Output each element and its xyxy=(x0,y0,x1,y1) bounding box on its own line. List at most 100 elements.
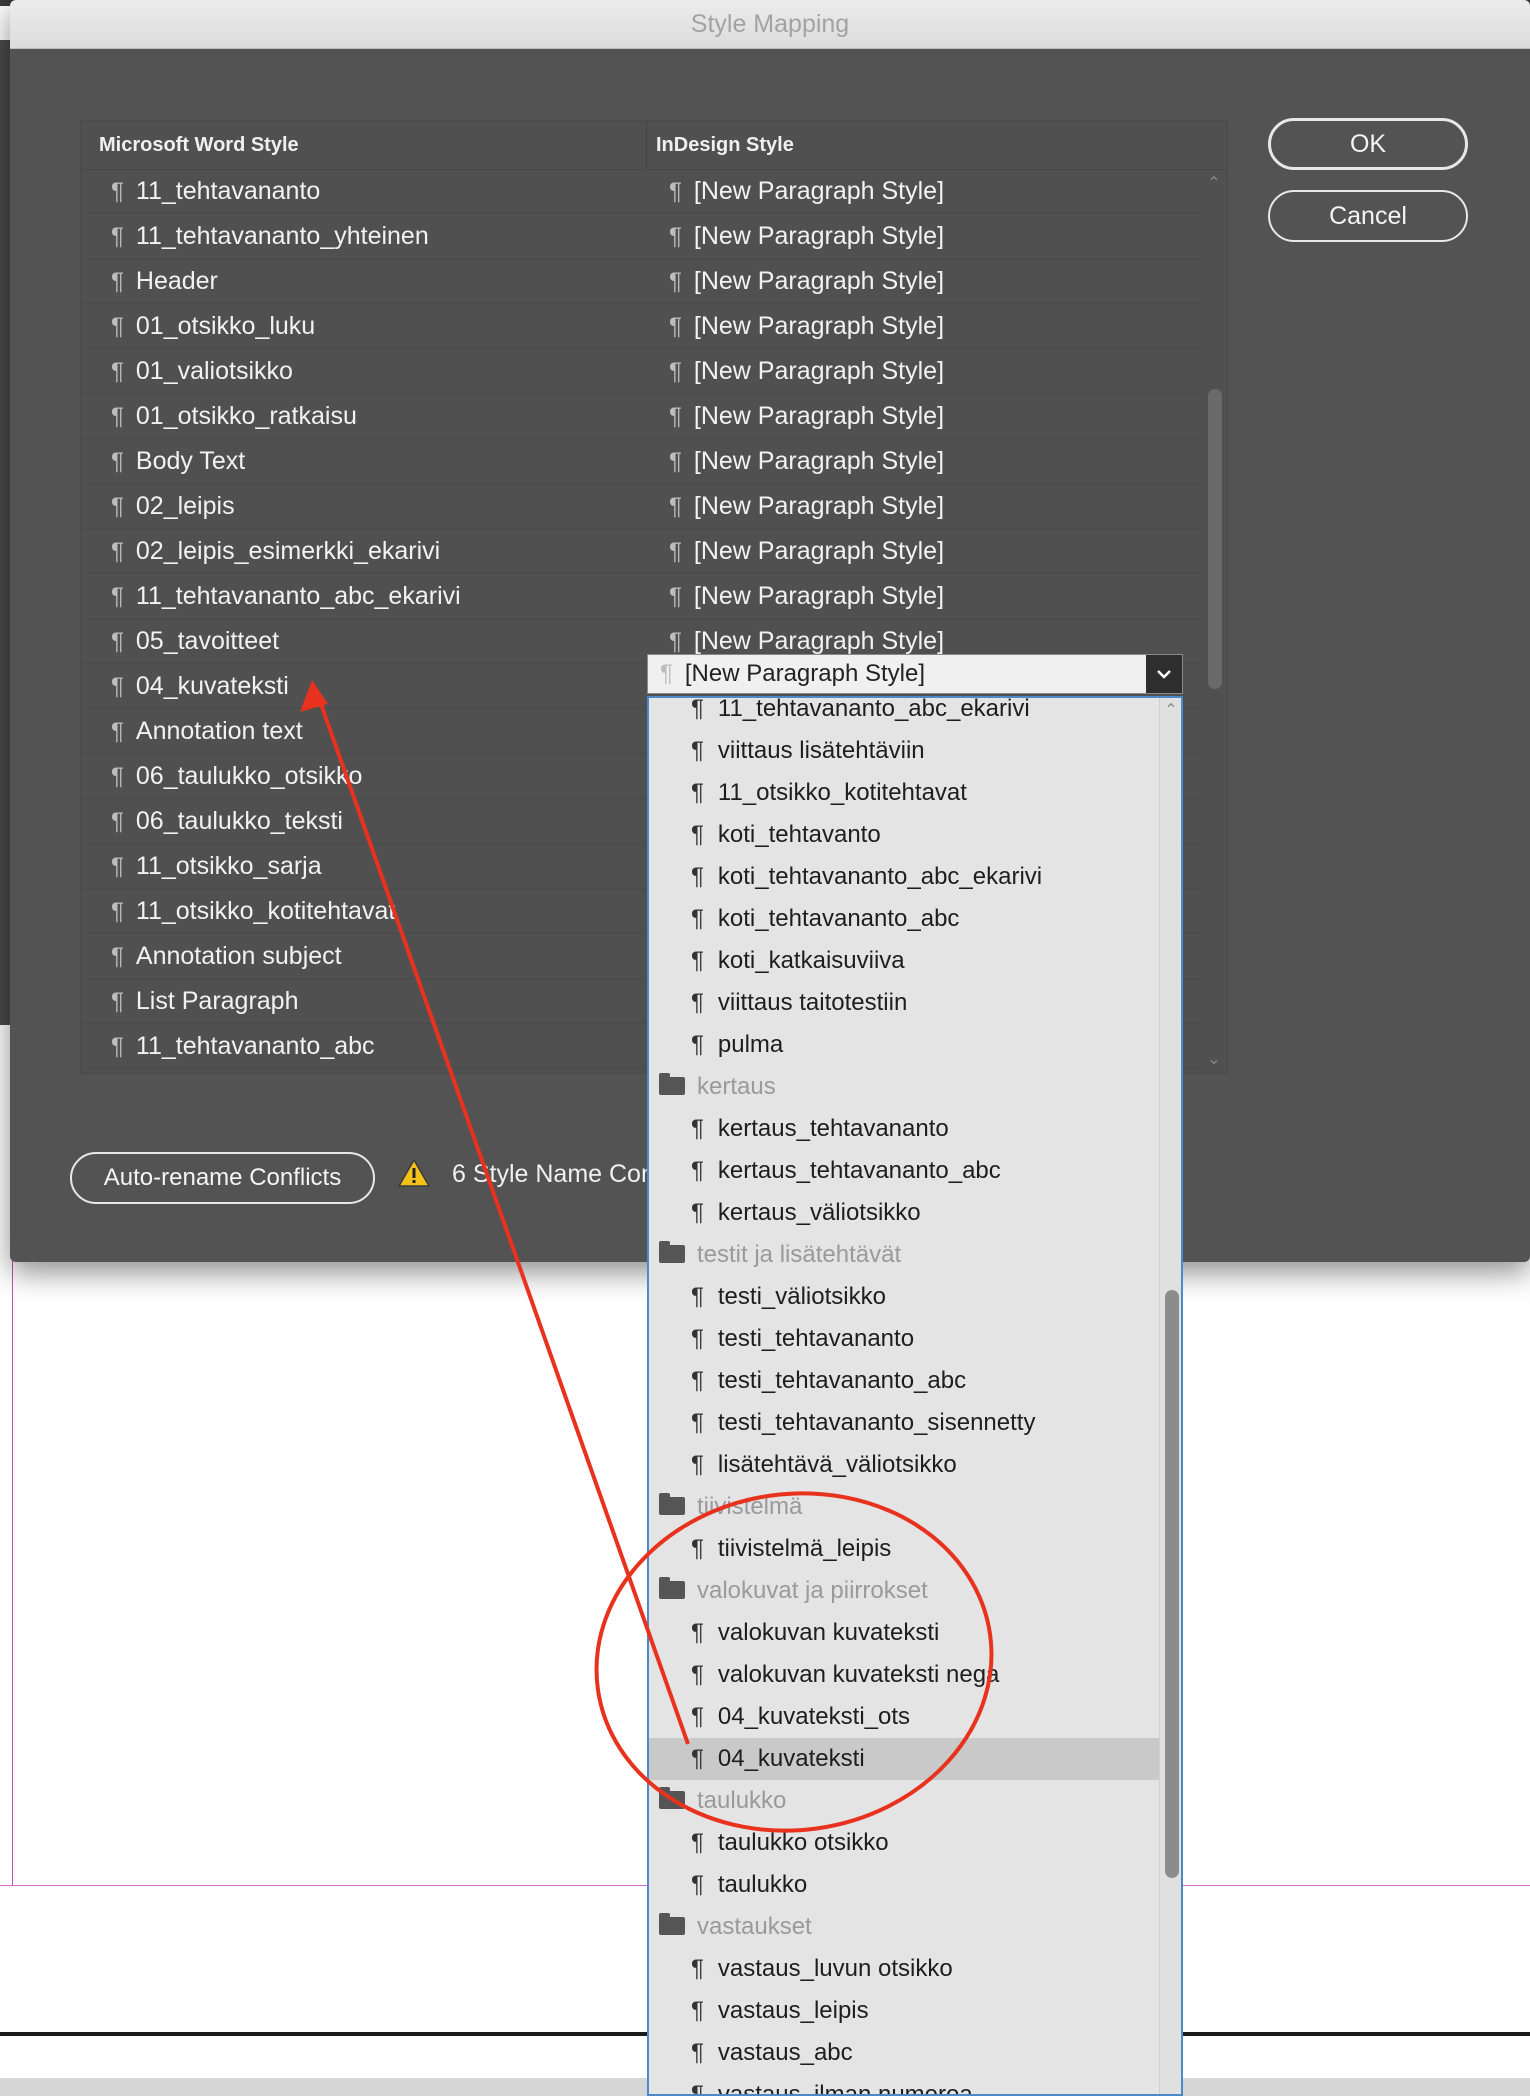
paragraph-style-icon: ¶ xyxy=(111,268,124,295)
word-style-cell: ¶ Body Text xyxy=(111,439,245,483)
conflicts-status: 6 Style Name Conflicts xyxy=(452,1160,657,1188)
indesign-style-cell[interactable]: ¶ [New Paragraph Style] xyxy=(669,349,944,393)
word-style-name: Body Text xyxy=(135,447,246,475)
dropdown-option[interactable]: ¶ koti_tehtavanto xyxy=(649,814,1159,856)
cancel-button[interactable]: Cancel xyxy=(1268,190,1468,242)
paragraph-style-icon: ¶ xyxy=(111,763,124,790)
paragraph-style-icon: ¶ xyxy=(691,1157,704,1184)
dropdown-option[interactable]: ¶ 11_tehtavananto_abc_ekarivi xyxy=(649,696,1159,730)
paragraph-style-icon: ¶ xyxy=(669,493,682,520)
word-style-cell: ¶ 06_taulukko_teksti xyxy=(111,799,343,843)
table-scroll-thumb[interactable] xyxy=(1208,389,1222,689)
paragraph-style-icon: ¶ xyxy=(691,821,704,848)
indesign-style-cell[interactable]: ¶ [New Paragraph Style] xyxy=(669,529,944,573)
indesign-style-cell[interactable]: ¶ [New Paragraph Style] xyxy=(669,439,944,483)
background-panel xyxy=(0,40,10,1025)
scroll-up-icon[interactable]: ⌃ xyxy=(1203,173,1225,193)
option-label: testi_tehtavananto xyxy=(717,1325,915,1352)
table-row[interactable]: ¶ 02_leipis ¶ [New Paragraph Style] xyxy=(81,484,1201,529)
paragraph-style-icon: ¶ xyxy=(111,493,124,520)
dropdown-option[interactable]: ¶ vastaus_leipis xyxy=(649,1990,1159,2032)
word-style-name: List Paragraph xyxy=(135,987,299,1015)
dropdown-scrollbar[interactable]: ⌃ xyxy=(1159,698,1181,2094)
dropdown-option[interactable]: ¶ taulukko xyxy=(649,1864,1159,1906)
dropdown-option[interactable]: ¶ kertaus_väliotsikko xyxy=(649,1192,1159,1234)
ok-button[interactable]: OK xyxy=(1268,118,1468,170)
column-divider[interactable] xyxy=(646,121,647,169)
style-dropdown-list[interactable]: ¶ 11_tehtavananto_abc_ekarivi ¶ viittaus li… xyxy=(647,696,1183,2096)
dropdown-option[interactable]: ¶ 04_kuvateksti_ots xyxy=(649,1696,1159,1738)
indesign-style-name: [New Paragraph Style] xyxy=(693,627,945,655)
indesign-style-cell[interactable]: ¶ [New Paragraph Style] xyxy=(669,214,944,258)
table-row[interactable]: ¶ 01_otsikko_ratkaisu ¶ [New Paragraph Styl… xyxy=(81,394,1201,439)
dropdown-option[interactable]: ¶ 04_kuvateksti xyxy=(649,1738,1159,1780)
indesign-style-select[interactable]: ¶ [New Paragraph Style] xyxy=(647,654,1183,694)
table-row[interactable]: ¶ 11_tehtavananto_abc_ekarivi ¶ [New Paragr… xyxy=(81,574,1201,619)
paragraph-style-icon: ¶ xyxy=(691,1031,704,1058)
dropdown-option[interactable]: ¶ kertaus_tehtavananto_abc xyxy=(649,1150,1159,1192)
chevron-down-icon[interactable] xyxy=(1146,655,1182,693)
option-label: kertaus_tehtavananto_abc xyxy=(717,1157,1001,1184)
indesign-style-cell[interactable]: ¶ [New Paragraph Style] xyxy=(669,259,944,303)
column-header-indesign-style[interactable]: InDesign Style xyxy=(656,121,794,169)
column-header-word-style[interactable]: Microsoft Word Style xyxy=(99,121,299,169)
word-style-name: 06_taulukko_otsikko xyxy=(135,762,363,790)
auto-rename-conflicts-button[interactable]: Auto-rename Conflicts xyxy=(70,1152,375,1204)
dropdown-option[interactable]: ¶ lisätehtävä_väliotsikko xyxy=(649,1444,1159,1486)
table-row[interactable]: ¶ 02_leipis_esimerkki_ekarivi ¶ [New Paragr… xyxy=(81,529,1201,574)
dropdown-option[interactable]: ¶ testi_tehtavananto xyxy=(649,1318,1159,1360)
dropdown-option[interactable]: ¶ viittaus taitotestiin xyxy=(649,982,1159,1024)
dropdown-option[interactable]: ¶ testi_väliotsikko xyxy=(649,1276,1159,1318)
table-scrollbar[interactable]: ⌃ ⌄ xyxy=(1203,169,1225,1073)
dropdown-option[interactable]: ¶ koti_tehtavananto_abc xyxy=(649,898,1159,940)
table-row[interactable]: ¶ 01_valiotsikko ¶ [New Paragraph Style] xyxy=(81,349,1201,394)
dropdown-option[interactable]: ¶ koti_tehtavananto_abc_ekarivi xyxy=(649,856,1159,898)
indesign-style-cell[interactable]: ¶ [New Paragraph Style] xyxy=(669,484,944,528)
indesign-style-cell[interactable]: ¶ [New Paragraph Style] xyxy=(669,304,944,348)
word-style-name: 01_valiotsikko xyxy=(135,357,293,385)
dropdown-option[interactable]: ¶ viittaus lisätehtäviin xyxy=(649,730,1159,772)
indesign-style-name: [New Paragraph Style] xyxy=(693,582,945,610)
paragraph-style-icon: ¶ xyxy=(691,696,704,722)
dropdown-option[interactable]: ¶ 11_otsikko_kotitehtavat xyxy=(649,772,1159,814)
paragraph-style-icon: ¶ xyxy=(111,358,124,385)
dropdown-option[interactable]: ¶ taulukko otsikko xyxy=(649,1822,1159,1864)
paragraph-style-icon: ¶ xyxy=(691,1325,704,1352)
scroll-up-icon[interactable]: ⌃ xyxy=(1160,700,1181,720)
paragraph-style-icon: ¶ xyxy=(691,779,704,806)
word-style-name: 11_tehtavananto_abc_ekarivi xyxy=(135,582,461,610)
paragraph-style-icon: ¶ xyxy=(691,1955,704,1982)
paragraph-style-icon: ¶ xyxy=(669,448,682,475)
dropdown-option[interactable]: ¶ tiivistelmä_leipis xyxy=(649,1528,1159,1570)
indesign-style-cell[interactable]: ¶ [New Paragraph Style] xyxy=(669,574,944,618)
paragraph-style-icon: ¶ xyxy=(691,1283,704,1310)
table-row[interactable]: ¶ 11_tehtavananto ¶ [New Paragraph Style] xyxy=(81,169,1201,214)
dropdown-option[interactable]: ¶ pulma xyxy=(649,1024,1159,1066)
word-style-name: 11_otsikko_sarja xyxy=(135,852,322,880)
word-style-name: Annotation subject xyxy=(135,942,342,970)
dropdown-option[interactable]: ¶ testi_tehtavananto_sisennetty xyxy=(649,1402,1159,1444)
word-style-cell: ¶ 11_otsikko_kotitehtavat xyxy=(111,889,395,933)
indesign-style-cell[interactable]: ¶ [New Paragraph Style] xyxy=(669,394,944,438)
dropdown-option[interactable]: ¶ koti_katkaisuviiva xyxy=(649,940,1159,982)
dropdown-option[interactable]: ¶ valokuvan kuvateksti nega xyxy=(649,1654,1159,1696)
table-row[interactable]: ¶ Body Text ¶ [New Paragraph Style] xyxy=(81,439,1201,484)
word-style-name: 11_otsikko_kotitehtavat xyxy=(135,897,396,925)
scroll-down-icon[interactable]: ⌄ xyxy=(1203,1049,1225,1069)
dropdown-option[interactable]: ¶ kertaus_tehtavananto xyxy=(649,1108,1159,1150)
dropdown-option[interactable]: ¶ vastaus_luvun otsikko xyxy=(649,1948,1159,1990)
dropdown-option[interactable]: ¶ testi_tehtavananto_abc xyxy=(649,1360,1159,1402)
paragraph-style-icon: ¶ xyxy=(111,898,124,925)
dropdown-option[interactable]: ¶ valokuvan kuvateksti xyxy=(649,1612,1159,1654)
word-style-name: 02_leipis_esimerkki_ekarivi xyxy=(135,537,441,565)
dropdown-option[interactable]: ¶ vastaus_abc xyxy=(649,2032,1159,2074)
dropdown-scroll-thumb[interactable] xyxy=(1165,1290,1179,1878)
option-label: koti_katkaisuviiva xyxy=(717,947,905,974)
table-row[interactable]: ¶ 01_otsikko_luku ¶ [New Paragraph Style] xyxy=(81,304,1201,349)
table-row[interactable]: ¶ 11_tehtavananto_yhteinen ¶ [New Paragraph… xyxy=(81,214,1201,259)
indesign-style-cell[interactable]: ¶ [New Paragraph Style] xyxy=(669,169,944,213)
dropdown-option[interactable]: ¶ vastaus_ilman numeroa xyxy=(649,2074,1159,2094)
dropdown-group-header: tiivistelmä xyxy=(649,1486,1159,1528)
table-row[interactable]: ¶ Header ¶ [New Paragraph Style] xyxy=(81,259,1201,304)
paragraph-style-icon: ¶ xyxy=(691,1619,704,1646)
